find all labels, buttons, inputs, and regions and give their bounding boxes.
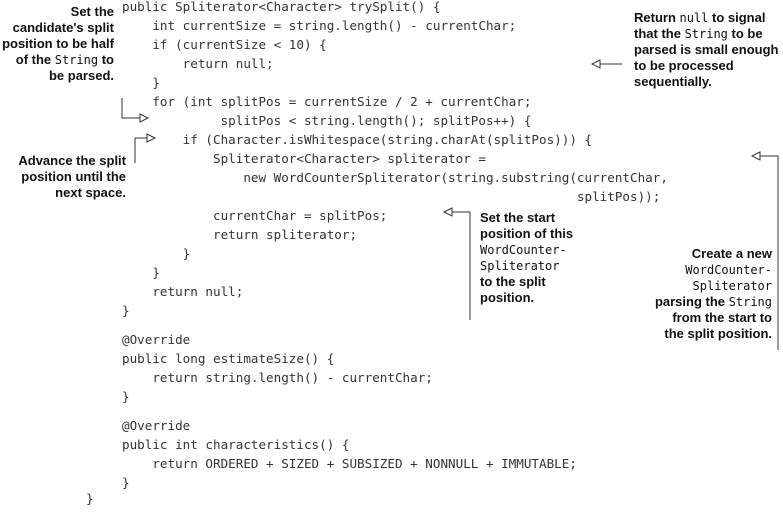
annotation-text: be parsed. [48, 68, 114, 83]
arrowhead-set-start [442, 207, 453, 217]
annotation-text: of the String to [15, 52, 114, 67]
annotation-text: Advance the split [18, 153, 126, 168]
connector-set-start [452, 211, 471, 320]
annotation-set-start: Set the start position of this WordCount… [480, 210, 610, 306]
annotation-text: that the String to be [634, 26, 763, 41]
annotation-advance-split: Advance the split position until the nex… [0, 153, 126, 201]
arrowhead-create-new [750, 151, 761, 161]
annotation-text: the split position. [664, 326, 772, 341]
annotation-text: position of this [480, 226, 574, 241]
annotation-text: parsing the String [654, 294, 772, 309]
annotation-text: to the split [480, 274, 546, 289]
annotation-text: next space. [55, 185, 126, 200]
annotation-text: Return null to signal [634, 10, 766, 25]
arrowhead-return-null [590, 59, 601, 69]
annotation-text: Set the start [480, 210, 556, 225]
annotation-text: WordCounter- [685, 263, 772, 277]
annotation-text: Create a new [691, 246, 772, 261]
annotation-text: Spliterator [692, 279, 772, 293]
connector-advance [134, 137, 147, 163]
annotation-text: parsed is small enough [634, 42, 779, 57]
annotation-text: from the start to [672, 310, 772, 325]
annotation-text: position to be half [2, 36, 114, 51]
arrowhead-advance [146, 133, 157, 143]
annotation-text: Spliterator [480, 259, 560, 273]
arrowhead-split-half [139, 113, 150, 123]
annotation-text: WordCounter- [480, 243, 567, 257]
connector-split-half [121, 98, 140, 119]
annotation-text: candidate's split [12, 20, 114, 35]
annotation-text: Set the [70, 4, 114, 19]
annotation-text: position until the [21, 169, 126, 184]
annotation-return-null: Return null to signal that the String to… [634, 10, 783, 90]
annotation-text: position. [480, 290, 535, 305]
annotation-split-half: Set the candidate's split position to be… [0, 4, 114, 84]
annotation-text: to be processed [634, 58, 734, 73]
annotation-text: sequentially. [634, 74, 712, 89]
annotation-create-new: Create a new WordCounter- Spliterator pa… [612, 246, 772, 342]
